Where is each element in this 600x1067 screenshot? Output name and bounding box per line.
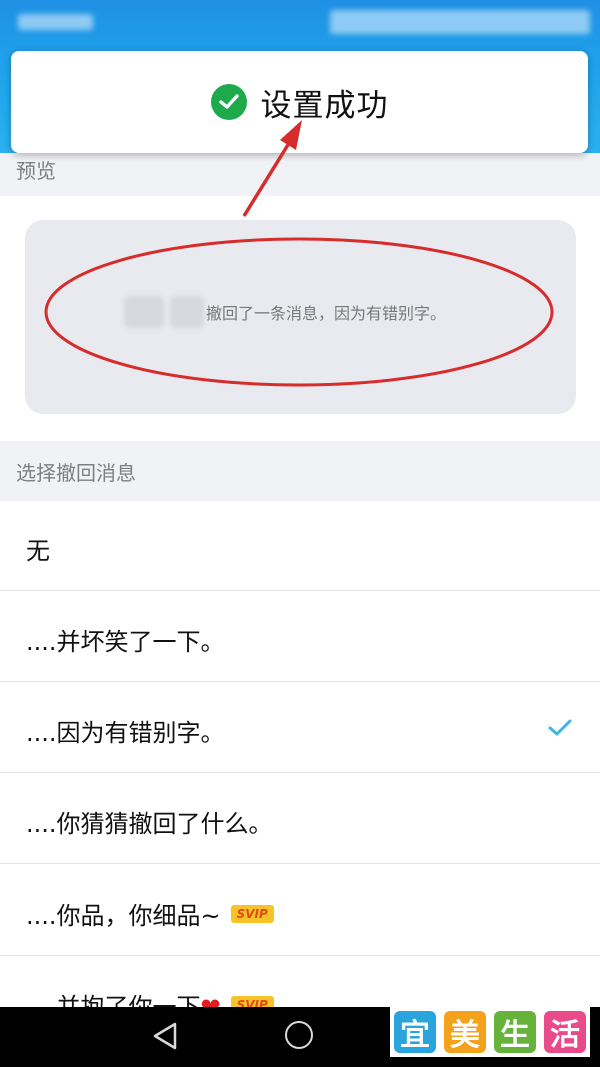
home-icon[interactable] [285, 1021, 313, 1049]
annotation-arrow-line [242, 134, 296, 217]
watermark-char: 活 [544, 1011, 586, 1053]
annotation-overlay [44, 120, 554, 387]
back-icon[interactable] [151, 1021, 179, 1051]
annotation-ellipse [44, 237, 554, 387]
watermark-char: 宜 [394, 1011, 436, 1053]
watermark-char: 生 [494, 1011, 536, 1053]
watermark-logo: 宜 美 生 活 [390, 1007, 590, 1057]
watermark-char: 美 [444, 1011, 486, 1053]
annotation-arrow-head [280, 120, 302, 150]
